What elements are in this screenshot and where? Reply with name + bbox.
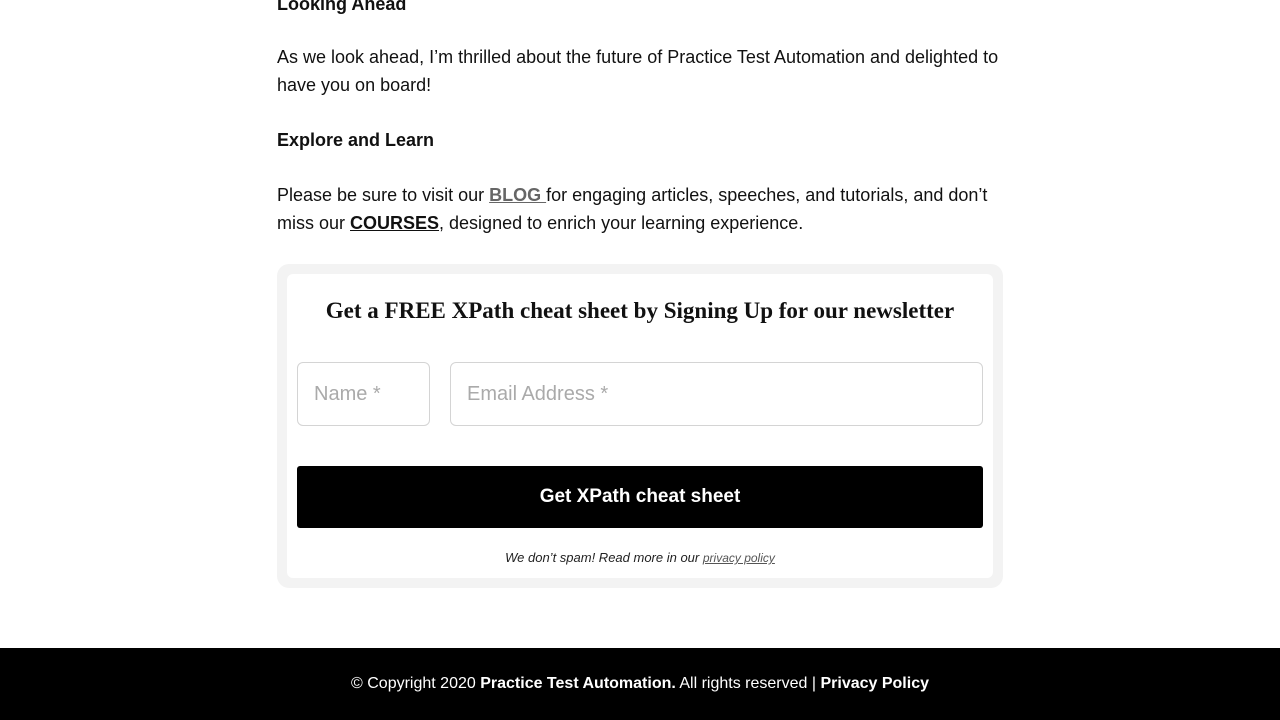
explore-heading: Explore and Learn	[277, 130, 435, 150]
explore-paragraph: Please be sure to visit our BLOG for eng…	[277, 181, 1003, 237]
looking-ahead-paragraph: As we look ahead, I’m thrilled about the…	[277, 47, 999, 95]
rights-text: All rights reserved |	[675, 675, 821, 692]
footer-brand: Practice Test Automation.	[480, 675, 676, 692]
privacy-policy-link[interactable]: privacy policy	[703, 551, 775, 565]
get-cheat-sheet-button[interactable]: Get XPath cheat sheet	[297, 466, 983, 528]
explore-text-after: , designed to enrich your learning exper…	[439, 213, 804, 233]
newsletter-signup-box: Get a FREE XPath cheat sheet by Signing …	[277, 264, 1003, 588]
name-input[interactable]	[297, 362, 430, 426]
newsletter-form: Get a FREE XPath cheat sheet by Signing …	[287, 274, 993, 578]
blog-link[interactable]: BLOG	[489, 185, 546, 205]
disclaimer-text: We don’t spam! Read more in our	[505, 550, 703, 565]
looking-ahead-heading: Looking Ahead	[277, 0, 407, 14]
courses-link[interactable]: COURSES	[350, 213, 439, 233]
site-footer: © Copyright 2020 Practice Test Automatio…	[0, 648, 1280, 720]
explore-text-before: Please be sure to visit our	[277, 185, 490, 205]
email-input[interactable]	[450, 362, 983, 426]
newsletter-title: Get a FREE XPath cheat sheet by Signing …	[325, 298, 955, 323]
footer-privacy-policy-link[interactable]: Privacy Policy	[820, 675, 929, 692]
copyright-text: © Copyright 2020	[351, 675, 481, 692]
spam-disclaimer: We don’t spam! Read more in our privacy …	[287, 548, 993, 568]
